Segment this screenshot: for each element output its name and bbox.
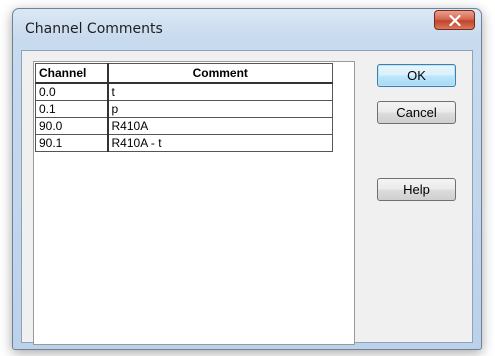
table-header-row: Channel Comment xyxy=(35,63,333,84)
table-row[interactable]: 0.1 p xyxy=(35,100,333,118)
close-button[interactable] xyxy=(434,10,475,30)
dialog-title: Channel Comments xyxy=(25,21,163,37)
dialog-client-area: Channel Comment 0.0 t 0.1 p 90.0 R410A 9… xyxy=(21,50,473,345)
comments-grid[interactable]: Channel Comment 0.0 t 0.1 p 90.0 R410A 9… xyxy=(33,61,355,345)
channel-comments-dialog: Channel Comments Channel Comment 0.0 t 0… xyxy=(12,8,482,350)
cell-channel[interactable]: 0.0 xyxy=(35,82,109,101)
ok-button[interactable]: OK xyxy=(377,64,456,87)
close-icon xyxy=(448,14,461,26)
cell-comment[interactable]: p xyxy=(107,100,333,118)
cancel-button[interactable]: Cancel xyxy=(377,101,456,124)
cell-channel[interactable]: 90.0 xyxy=(35,117,109,135)
table-row[interactable]: 90.1 R410A - t xyxy=(35,134,333,152)
cell-channel[interactable]: 0.1 xyxy=(35,100,109,118)
table-row[interactable]: 90.0 R410A xyxy=(35,117,333,135)
cell-channel[interactable]: 90.1 xyxy=(35,134,109,152)
cell-comment[interactable]: t xyxy=(107,82,333,101)
help-button[interactable]: Help xyxy=(377,178,456,201)
column-header-comment[interactable]: Comment xyxy=(107,63,333,84)
cell-comment[interactable]: R410A xyxy=(107,117,333,135)
column-header-channel[interactable]: Channel xyxy=(35,63,109,84)
cell-comment[interactable]: R410A - t xyxy=(107,134,333,152)
comments-table: Channel Comment 0.0 t 0.1 p 90.0 R410A 9… xyxy=(35,63,333,152)
table-row[interactable]: 0.0 t xyxy=(35,82,333,101)
